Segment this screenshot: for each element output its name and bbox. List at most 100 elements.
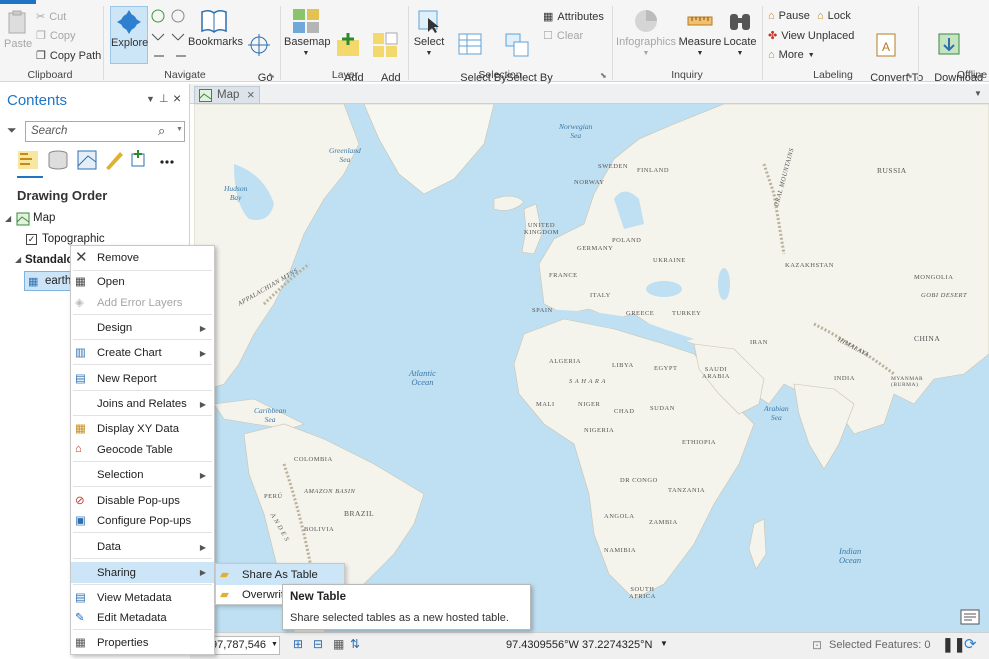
collapse-map-icon[interactable]: ◢ (5, 214, 11, 223)
topographic-layer-label[interactable]: Topographic (42, 233, 105, 245)
pause-button[interactable]: ⌂ Pause (768, 10, 810, 22)
pin-icon[interactable]: ⊥ (159, 92, 169, 105)
menu-item-configure-popups[interactable]: ▣ Configure Pop-ups (71, 511, 214, 531)
lock-button[interactable]: ⌂ Lock (817, 10, 851, 22)
locate-button[interactable]: Locate ▼ (722, 8, 758, 60)
scissors-icon: ✂ (36, 11, 46, 23)
menu-item-add-error-layers[interactable]: ◈ Add Error Layers (71, 293, 214, 313)
ruler-icon (687, 16, 713, 26)
menu-item-data[interactable]: Data ▶ (71, 537, 214, 557)
measure-label: Measure (678, 36, 722, 48)
menu-item-create-chart[interactable]: ▥ Create Chart ▶ (71, 343, 214, 363)
pause-drawing-icon[interactable]: ❚❚ (942, 636, 965, 653)
cut-button[interactable]: ✂ Cut (36, 10, 66, 24)
basemap-label: Basemap (284, 36, 331, 48)
chevron-down-icon[interactable]: ▼ (974, 89, 982, 98)
menu-item-view-metadata[interactable]: ▤ View Metadata (71, 588, 214, 608)
select-by-location-icon (505, 33, 529, 57)
menu-item-geocode-table[interactable]: ⌂ Geocode Table (71, 440, 214, 460)
map-layer-label[interactable]: Map (33, 212, 55, 224)
map-label-ethiopia: ETHIOPIA (682, 439, 716, 446)
topographic-checkbox[interactable]: ✓ (26, 234, 37, 245)
basemap-button[interactable]: Basemap ▼ (284, 8, 331, 60)
fixed-zoom-icon[interactable]: ⊞ (293, 637, 303, 651)
map-label-iran: IRAN (750, 339, 768, 346)
selection-launcher-icon[interactable]: ⬊ (600, 71, 607, 80)
coordinates-dropdown-icon[interactable]: ▼ (660, 639, 668, 648)
menu-item-display-xy-data[interactable]: ▦ Display XY Data (71, 419, 214, 439)
disable-popups-icon: ⊘ (75, 495, 85, 507)
view-unplaced-label: View Unplaced (781, 29, 855, 42)
menu-item-share-as-table[interactable]: ▰ Share As Table (216, 564, 344, 585)
report-icon: ▤ (75, 373, 86, 385)
map-label-spain: SPAIN (532, 307, 553, 314)
paste-button[interactable]: Paste (4, 10, 32, 50)
chevron-right-icon: ▶ (199, 568, 206, 577)
select-button[interactable]: Select ▼ (412, 8, 446, 60)
map-label-norway: NORWAY (574, 179, 605, 186)
clear-label: Clear (556, 29, 584, 42)
select-by-attributes-icon (458, 33, 482, 55)
measure-button[interactable]: Measure ▼ (678, 8, 722, 60)
menu-item-joins-and-relates[interactable]: Joins and Relates ▶ (71, 394, 214, 414)
search-input[interactable]: Search ⌕ ▼ (25, 121, 185, 142)
copy-button[interactable]: ❐ Copy (36, 29, 76, 43)
tab-map[interactable]: Map × (194, 86, 260, 104)
close-icon[interactable]: × (173, 90, 181, 106)
copy-path-button[interactable]: ❐ Copy Path (36, 49, 101, 63)
view-unplaced-button[interactable]: ✤ View Unplaced (768, 29, 855, 43)
map-label-norwegian-sea: Norwegian Sea (559, 122, 593, 140)
refresh-icon[interactable]: ⟳ (964, 635, 977, 653)
menu-item-new-report[interactable]: ▤ New Report (71, 369, 214, 389)
more-button[interactable]: ⌂ More ▼ (768, 49, 815, 61)
navigate-launcher-icon[interactable]: ⬊ (268, 71, 275, 80)
explore-button[interactable]: Explore (110, 6, 148, 64)
filter-icon[interactable]: ⏷ (7, 123, 17, 138)
geocode-icon: ⌂ (75, 443, 82, 455)
menu-item-label: Disable Pop-ups (97, 495, 180, 507)
attributes-button[interactable]: ▦ Attributes (543, 10, 604, 24)
chevron-right-icon: ▶ (199, 399, 206, 409)
map-overview-icon[interactable] (960, 609, 980, 625)
search-icon[interactable]: ⌕ (158, 123, 165, 139)
grid-icon[interactable]: ⊟ (313, 637, 323, 651)
explore-icon (117, 10, 141, 34)
attributes-label: Attributes (557, 10, 604, 23)
divider (408, 6, 409, 80)
map-view[interactable]: Norwegian Sea Greenland Sea Hudson Bay A… (194, 104, 989, 632)
copy-path-icon: ❐ (36, 50, 46, 62)
table-icon[interactable]: ▦ (333, 637, 344, 651)
binoculars-icon (730, 14, 750, 30)
chevron-down-icon[interactable]: ▼ (176, 126, 183, 133)
north-arrow-icon[interactable]: ⇅ (350, 637, 360, 651)
menu-item-disable-popups[interactable]: ⊘ Disable Pop-ups (71, 491, 214, 511)
labeling-launcher-icon[interactable]: ⬊ (906, 71, 913, 80)
menu-item-design[interactable]: Design ▶ (71, 318, 214, 338)
map-label-hudson-bay: Hudson Bay (224, 184, 248, 202)
pause-icon: ⌂ (768, 10, 775, 22)
menu-item-sharing[interactable]: Sharing ▶ (71, 562, 214, 583)
menu-item-selection[interactable]: Selection ▶ (71, 465, 214, 485)
active-view-underline (17, 176, 43, 178)
lock-icon: ⌂ (817, 10, 824, 22)
close-icon[interactable]: × (247, 87, 255, 102)
map-label-algeria: ALGERIA (549, 358, 582, 365)
inquiry-group-label: Inquiry (671, 69, 703, 81)
menu-item-properties[interactable]: ▦ Properties (71, 633, 214, 653)
clear-button[interactable]: ☐ Clear (543, 29, 584, 43)
pane-options-icon[interactable]: ▼ (146, 94, 155, 104)
menu-item-open[interactable]: ▦ Open (71, 272, 214, 292)
menu-item-label: Create Chart (97, 347, 162, 359)
collapse-standalone-icon[interactable]: ◢ (15, 255, 21, 264)
infographics-button[interactable]: Infographics ▼ (616, 8, 676, 60)
menu-item-edit-metadata[interactable]: ✎ Edit Metadata (71, 608, 214, 628)
map-label-saudi-arabia: SAUDI ARABIA (702, 366, 730, 380)
navigate-tools-icons[interactable] (150, 8, 190, 64)
map-label-sudan: SUDAN (650, 405, 675, 412)
divider (762, 6, 763, 80)
menu-item-remove[interactable]: ✕ Remove (71, 248, 214, 268)
copy-label: Copy (49, 29, 76, 42)
contents-view-toolbar[interactable] (16, 148, 181, 174)
map-label-angola: ANGOLA (604, 513, 635, 520)
bookmarks-button[interactable]: Bookmarks (188, 8, 243, 48)
